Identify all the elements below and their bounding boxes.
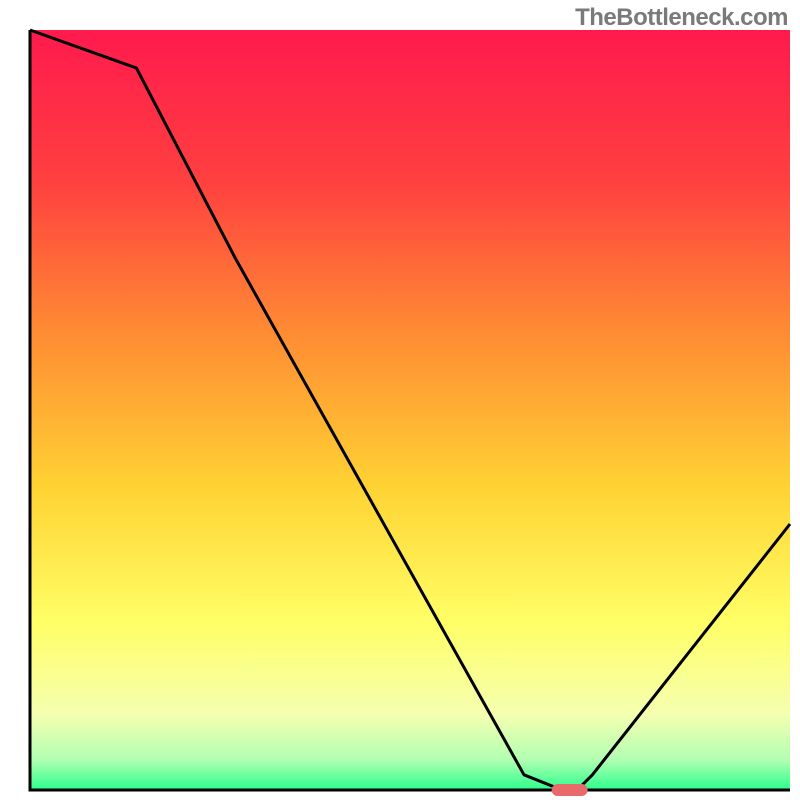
- bottleneck-chart: TheBottleneck.com: [0, 0, 800, 800]
- optimum-marker: [552, 784, 588, 796]
- watermark: TheBottleneck.com: [575, 4, 788, 32]
- plot-area: [30, 30, 790, 790]
- chart-svg: [0, 0, 800, 800]
